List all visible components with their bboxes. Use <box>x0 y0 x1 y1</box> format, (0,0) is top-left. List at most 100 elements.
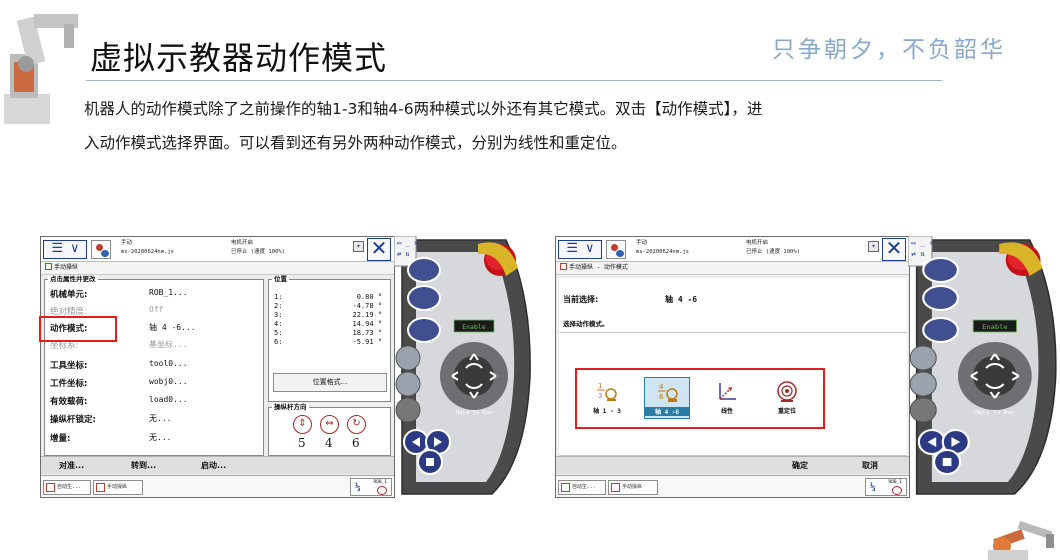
joystick-updown-icon: ⇕ <box>293 415 312 434</box>
axis-value: -5.91 ° <box>352 338 382 346</box>
joystick-legend: 操纵杆方向 <box>272 403 309 412</box>
pendant-header: ☰ ∨ 手动 ms-20200624nm.js 电机开启 已停止 (速度 100… <box>556 237 909 262</box>
position-row: 6: -5.91 ° <box>269 337 390 348</box>
motor-state: 电机开启 <box>746 240 769 246</box>
prop-value: ROB_1... <box>149 288 188 297</box>
joystick-axis-number: 5 <box>298 436 306 450</box>
prop-key: 工件坐标: <box>50 379 88 389</box>
hold-to-run-label: Hold To Run <box>975 410 1015 416</box>
breadcrumb: 手动操纵 <box>41 262 394 275</box>
taskbar-tab-label: 自动生... <box>57 484 82 490</box>
goto-button[interactable]: 转到... <box>131 459 156 473</box>
quickset-button[interactable]: ROB_1 ⅓ <box>865 478 907 496</box>
description-text: 机器人的动作模式除了之前操作的轴1-3和轴4-6两种模式以外还有其它模式。双击【… <box>84 92 984 160</box>
choose-mode-label: 选择动作模式。 <box>563 320 609 328</box>
enable-indicator: Enable <box>982 323 1007 331</box>
breadcrumb-text: 手动操纵 - 动作模式 <box>569 264 628 271</box>
prop-key: 操纵杆锁定: <box>50 415 96 425</box>
current-selection-area: 当前选择: 轴 4 -6 选择动作模式。 <box>559 278 907 333</box>
mode-label: 手动 <box>636 240 648 246</box>
prop-row-payload[interactable]: 有效载荷: load0... <box>45 393 263 410</box>
ok-button[interactable]: 确定 <box>792 459 808 473</box>
mode-label: 手动 <box>121 240 133 246</box>
dialog-button-bar: 确定 取消 <box>556 456 909 474</box>
prop-value: 无... <box>149 433 172 442</box>
command-bar: 对准... 转到... 启动... <box>41 456 394 474</box>
prop-value: wobj0... <box>149 377 188 386</box>
mode-choices-highlight <box>575 368 825 429</box>
taskbar-tab-label: 手动操纵 <box>107 484 128 490</box>
jog-icon <box>96 483 105 492</box>
position-group: 位置 1: 0.80 ° 2: -4.78 ° 3: 22.19 ° 4: 14.94 … <box>268 275 391 402</box>
prop-value: Off <box>149 305 164 314</box>
motion-mode-highlight <box>39 316 117 342</box>
svg-text:▭ _ ✕: ▭ _ ✕ <box>911 238 934 247</box>
prop-row-increment[interactable]: 增量: 无... <box>45 430 263 447</box>
prop-row-tool[interactable]: 工具坐标: tool0... <box>45 357 263 374</box>
title-divider <box>86 80 942 81</box>
prop-key: 工具坐标: <box>50 361 88 371</box>
slide-title: 虚拟示教器动作模式 <box>90 39 388 77</box>
robot-arm-logo <box>4 14 78 124</box>
cancel-button[interactable]: 取消 <box>862 459 878 473</box>
enable-indicator: Enable <box>462 323 486 331</box>
prop-value: load0... <box>149 395 188 404</box>
prop-value: tool0... <box>149 359 188 368</box>
prop-value: 轴 4 -6... <box>149 323 196 332</box>
activate-button[interactable]: 启动... <box>201 459 226 473</box>
auto-produce-icon <box>46 483 55 492</box>
description-line-2: 入动作模式选择界面。可以看到还有另外两种动作模式，分别为线性和重定位。 <box>84 134 627 152</box>
prop-row-mech-unit[interactable]: 机械单元: ROB_1... <box>45 286 263 303</box>
axis-label: 6: <box>274 338 283 346</box>
prop-value: 基坐标... <box>149 340 188 349</box>
taskbar-tab-jog[interactable]: 手动操纵 <box>608 480 658 495</box>
program-file: ms-20200624nm.js <box>636 249 689 255</box>
pendant-hardware-right: ▭ _ ✕ ⇄ ⇅ Enable Hold To Run <box>908 236 1057 495</box>
prop-key: 有效载荷: <box>50 397 88 407</box>
status-window-icon[interactable]: ▾ <box>868 241 879 252</box>
svg-text:⇄ ⇅: ⇄ ⇅ <box>397 250 410 258</box>
status-window-icon[interactable]: ▾ <box>353 241 364 252</box>
speed-icon <box>892 486 902 495</box>
prop-row-joystick-lock[interactable]: 操纵杆锁定: 无... <box>45 411 263 428</box>
quickset-button[interactable]: ROB_1 ⅓ <box>350 478 392 496</box>
prop-value: 无... <box>149 414 172 423</box>
jog-icon <box>45 263 52 270</box>
current-selection-value: 轴 4 -6 <box>665 295 698 304</box>
rob-label: ROB_1 <box>888 480 902 485</box>
breadcrumb-text: 手动操纵 <box>54 264 79 271</box>
run-status: 已停止 (速度 100%) <box>231 249 285 255</box>
user-icon[interactable] <box>606 240 626 259</box>
properties-group: 点击属性并更改 机械单元: ROB_1... 绝对精度: Off 动作模式: 轴 4 … <box>44 275 264 456</box>
run-status: 已停止 (速度 100%) <box>746 249 800 255</box>
breadcrumb: 手动操纵 - 动作模式 <box>556 262 909 275</box>
robot-arm-decoration <box>988 520 1054 560</box>
taskbar-tab-label: 手动操纵 <box>622 484 643 490</box>
description-line-1: 机器人的动作模式除了之前操作的轴1-3和轴4-6两种模式以外还有其它模式。双击【… <box>84 100 763 118</box>
user-icon[interactable] <box>91 240 111 259</box>
current-selection-label: 当前选择: <box>563 295 599 304</box>
prop-key: 机械单元: <box>50 290 88 300</box>
jog-icon <box>560 263 567 270</box>
motor-state: 电机开启 <box>231 240 254 246</box>
joystick-axis-number: 6 <box>352 436 360 450</box>
position-legend: 位置 <box>272 275 289 284</box>
auto-produce-icon <box>561 483 570 492</box>
taskbar-tab-auto[interactable]: 自动生... <box>558 480 606 495</box>
taskbar-tab-jog[interactable]: 手动操纵 <box>93 480 143 495</box>
hold-to-run-label: Hold To Run <box>456 410 492 416</box>
prop-row-wobj[interactable]: 工件坐标: wobj0... <box>45 375 263 392</box>
taskbar: 自动生... 手动操纵 ROB_1 ⅓ <box>556 475 909 497</box>
taskbar-tab-label: 自动生... <box>572 484 597 490</box>
main-menu-button[interactable]: ☰ ∨ <box>558 240 602 259</box>
close-button[interactable]: ✕ <box>882 238 906 261</box>
align-button[interactable]: 对准... <box>59 459 84 473</box>
joystick-rotate-icon: ↻ <box>347 415 366 434</box>
program-file: ms-20200624nm.js <box>121 249 174 255</box>
main-menu-button[interactable]: ☰ ∨ <box>43 240 87 259</box>
position-format-button[interactable]: 位置格式... <box>273 373 387 392</box>
taskbar-tab-auto[interactable]: 自动生... <box>43 480 91 495</box>
close-button[interactable]: ✕ <box>367 238 391 261</box>
svg-text:▭ _ ✕: ▭ _ ✕ <box>397 239 418 247</box>
right-pendant-screen: ☰ ∨ 手动 ms-20200624nm.js 电机开启 已停止 (速度 100… <box>555 236 910 498</box>
